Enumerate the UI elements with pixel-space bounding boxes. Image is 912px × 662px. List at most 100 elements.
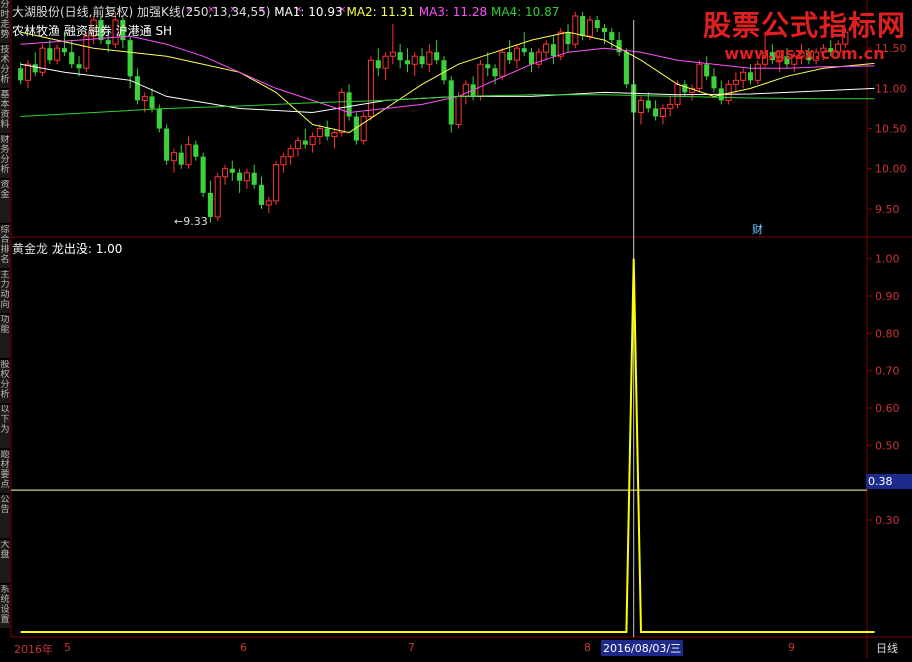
candle-body-down: [156, 108, 162, 129]
candle-body-down: [237, 172, 243, 181]
signal-tick-label: 1.00: [875, 253, 900, 266]
ma2-readout: MA2: 11.31: [346, 5, 415, 19]
candle-body-up: [287, 148, 294, 158]
candle-body-down: [434, 52, 440, 61]
candle-body-down: [302, 140, 308, 145]
candle-body-up: [499, 51, 506, 77]
candle-body-down: [149, 96, 155, 109]
left-tab[interactable]: 财务分析: [0, 135, 10, 178]
ma4-line: [20, 94, 875, 117]
candle-body-up: [54, 47, 61, 61]
candle-body-down: [134, 76, 140, 101]
ma4-readout: MA4: 10.87: [490, 5, 560, 19]
candle-body-down: [521, 48, 527, 53]
candle-body-down: [200, 156, 206, 193]
top-info-bar: 大湖股份(日线,前复权) 加强K线(250,13,34,55) MA1: 10.…: [12, 3, 559, 20]
candle-body-up: [214, 176, 221, 218]
indicator-name: 黄金龙: [12, 242, 49, 256]
candle-body-up: [477, 63, 484, 97]
candle-body-down: [207, 192, 213, 217]
candle-body-up: [389, 51, 396, 57]
candle-body-down: [258, 184, 265, 205]
candle-body-down: [127, 40, 133, 77]
candle-body-down: [251, 172, 257, 185]
candle-body-down: [507, 52, 513, 61]
candle-body-up: [24, 63, 32, 81]
candle-body-up: [170, 152, 177, 162]
candle-body-up: [732, 79, 739, 85]
candle-body-down: [528, 52, 535, 65]
price-tick-label: 11.00: [875, 82, 907, 95]
signal-tick-label: 0.60: [875, 402, 900, 415]
signal-tick-label: 0.70: [875, 365, 900, 378]
candle-body-up: [367, 59, 375, 117]
candle-body-down: [397, 52, 403, 61]
ma1-readout: MA1: 10.93: [274, 5, 343, 19]
left-tab[interactable]: 以下为: [0, 405, 10, 448]
candle-body-up: [411, 55, 418, 65]
candle-body-down: [653, 108, 659, 117]
candle-body-down: [375, 60, 381, 69]
candle-body-up: [586, 19, 593, 37]
candle-body-down: [645, 100, 651, 109]
candle-body-down: [18, 68, 24, 81]
candle-body-up: [280, 156, 287, 166]
candle-body-down: [164, 128, 170, 161]
candle-body-up: [557, 31, 564, 57]
left-tab[interactable]: 股权分析: [0, 360, 10, 403]
signal-tick-label: 0.30: [875, 514, 900, 527]
x-year-label: 2016年: [14, 643, 53, 656]
candle-body-down: [580, 16, 586, 37]
price-tick-label: 10.00: [875, 163, 907, 176]
candle-body-down: [229, 168, 235, 173]
candle-body-up: [221, 168, 229, 178]
candle-body-down: [747, 72, 754, 81]
candle-body-up: [273, 164, 280, 202]
candle-body-up: [455, 95, 462, 126]
candle-body-down: [404, 60, 411, 65]
candle-body-down: [324, 128, 330, 137]
signal-tick-label: 0.50: [875, 439, 900, 452]
candle-body-down: [441, 60, 447, 81]
candle-body-up: [740, 71, 747, 81]
candle-body-up: [185, 144, 192, 166]
candle-body-up: [696, 63, 703, 89]
candle-body-down: [711, 76, 717, 89]
candle-body-up: [462, 83, 469, 97]
candle-body-up: [338, 91, 345, 134]
candle-body-up: [243, 172, 250, 182]
candle-body-up: [141, 95, 148, 101]
left-tab[interactable]: 大盘: [0, 540, 10, 583]
candle-body-down: [193, 144, 199, 157]
x-month-9: 9: [788, 641, 795, 654]
x-month-7: 7: [408, 641, 415, 654]
left-tab[interactable]: 公告: [0, 495, 10, 538]
left-tab[interactable]: 技术分析: [0, 45, 10, 88]
candle-body-down: [594, 20, 600, 29]
left-tab[interactable]: 功能: [0, 315, 10, 358]
price-tick-label: 9.50: [875, 203, 900, 216]
left-tab[interactable]: 系统设置: [0, 585, 10, 628]
price-tick-label: 10.50: [875, 123, 907, 136]
cursor-date-label: 2016/08/03/三: [601, 640, 684, 656]
candle-body-down: [565, 32, 571, 45]
candle-body-up: [331, 132, 338, 138]
left-tab[interactable]: 题材要点: [0, 450, 10, 493]
watermark-title: 股票公式指标网: [702, 9, 906, 42]
candle-body-down: [448, 80, 454, 125]
left-tab[interactable]: 资金: [0, 180, 10, 223]
candle-body-down: [704, 64, 710, 77]
candle-body-down: [609, 32, 615, 41]
x-month-5: 5: [64, 641, 71, 654]
left-tab[interactable]: 基本资料: [0, 90, 10, 133]
left-tab[interactable]: 综合排名: [0, 225, 10, 268]
candle-body-down: [105, 40, 111, 45]
finance-marker[interactable]: 财: [752, 221, 763, 237]
candle-body-down: [76, 64, 82, 69]
period-label[interactable]: 日线: [876, 640, 898, 656]
candle-body-up: [294, 140, 302, 150]
left-tab[interactable]: 分时走势: [0, 0, 10, 43]
candle-body-down: [485, 64, 491, 69]
candle-body-up: [360, 115, 367, 142]
left-tab[interactable]: 主力动向: [0, 270, 10, 313]
